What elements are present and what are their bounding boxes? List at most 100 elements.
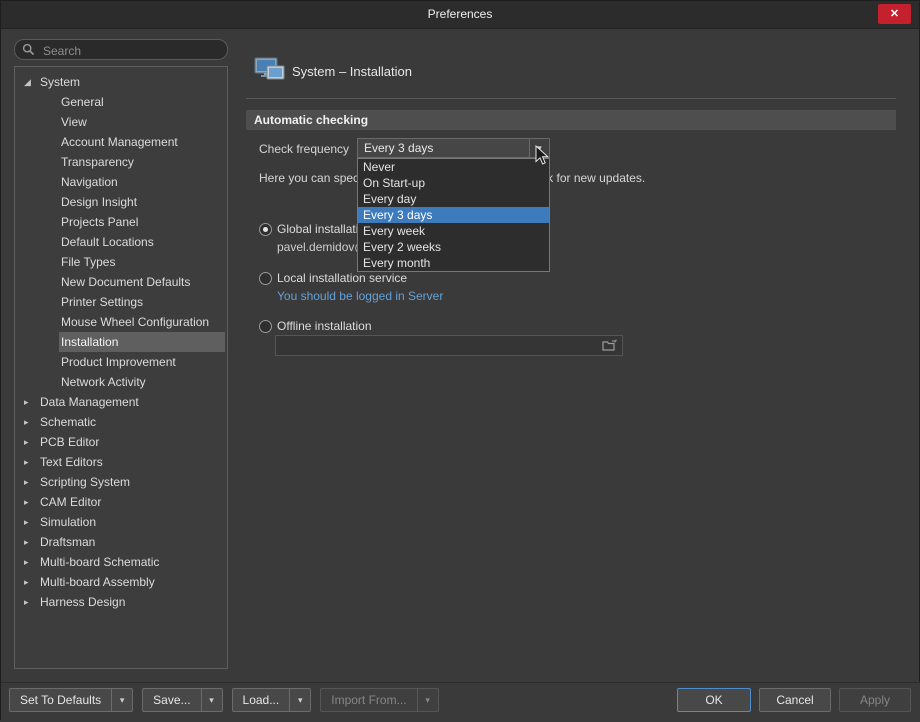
ok-button[interactable]: OK (677, 688, 751, 712)
sidebar-item-cam-editor[interactable]: ▸CAM Editor (15, 492, 227, 512)
sidebar-item-harness-design[interactable]: ▸Harness Design (15, 592, 227, 612)
collapsed-icon[interactable]: ▸ (24, 532, 38, 552)
window-title: Preferences (1, 1, 919, 28)
collapsed-icon[interactable]: ▸ (24, 412, 38, 432)
dropdown-option-every-month[interactable]: Every month (358, 255, 549, 271)
collapsed-icon[interactable]: ▸ (24, 592, 38, 612)
collapsed-icon[interactable]: ▸ (24, 472, 38, 492)
collapsed-icon[interactable]: ▸ (24, 392, 38, 412)
sidebar-item-system[interactable]: ◢System (15, 72, 227, 92)
tree-item-label: Schematic (38, 412, 227, 432)
dropdown-option-every-2-weeks[interactable]: Every 2 weeks (358, 239, 549, 255)
load-button[interactable]: Load... (232, 688, 291, 712)
tree-item-label: Network Activity (59, 372, 227, 392)
sidebar-item-pcb-editor[interactable]: ▸PCB Editor (15, 432, 227, 452)
tree-item-label: View (59, 112, 227, 132)
browse-folder-icon[interactable] (602, 339, 618, 355)
check-frequency-description: Here you can specify how often you would… (259, 171, 904, 185)
sidebar-item-new-document-defaults[interactable]: New Document Defaults (15, 272, 227, 292)
sidebar-item-draftsman[interactable]: ▸Draftsman (15, 532, 227, 552)
section-automatic-checking: Automatic checking (246, 110, 896, 130)
footer-bar: Set To Defaults▾Save...▾Load...▾Import F… (1, 682, 920, 722)
cancel-button[interactable]: Cancel (759, 688, 831, 712)
sidebar-item-installation[interactable]: Installation (15, 332, 227, 352)
sidebar-item-text-editors[interactable]: ▸Text Editors (15, 452, 227, 472)
tree-item-label: System (38, 72, 227, 92)
collapsed-icon[interactable]: ▸ (24, 452, 38, 472)
collapsed-icon[interactable]: ▸ (24, 552, 38, 572)
collapsed-icon[interactable]: ▸ (24, 492, 38, 512)
preferences-dialog: { "window": { "title": "Preferences", "c… (0, 0, 920, 720)
tree-item-label: Installation (59, 332, 225, 352)
tree-item-label: General (59, 92, 227, 112)
save-button[interactable]: Save... (142, 688, 201, 712)
global-account-email: pavel.demidov@ (277, 240, 367, 254)
sidebar-item-mouse-wheel-configuration[interactable]: Mouse Wheel Configuration (15, 312, 227, 332)
sidebar-item-view[interactable]: View (15, 112, 227, 132)
load-dropdown-arrow-icon[interactable]: ▾ (290, 688, 311, 712)
tree-item-label: Account Management (59, 132, 227, 152)
check-frequency-value: Every 3 days (358, 141, 529, 155)
import-from-button: Import From... (320, 688, 417, 712)
sidebar-item-schematic[interactable]: ▸Schematic (15, 412, 227, 432)
tree-item-label: New Document Defaults (59, 272, 227, 292)
collapsed-icon[interactable]: ▸ (24, 512, 38, 532)
sidebar-item-data-management[interactable]: ▸Data Management (15, 392, 227, 412)
set-to-defaults-dropdown-arrow-icon[interactable]: ▾ (112, 688, 133, 712)
dropdown-option-every-3-days[interactable]: Every 3 days (358, 207, 549, 223)
radio-unselected-icon[interactable] (259, 320, 272, 333)
sidebar-item-account-management[interactable]: Account Management (15, 132, 227, 152)
close-button[interactable]: ✕ (878, 4, 911, 24)
login-server-link[interactable]: You should be logged in Server (277, 289, 443, 303)
tree-item-label: Default Locations (59, 232, 227, 252)
sidebar-item-product-improvement[interactable]: Product Improvement (15, 352, 227, 372)
sidebar-item-navigation[interactable]: Navigation (15, 172, 227, 192)
set-to-defaults-button[interactable]: Set To Defaults (9, 688, 112, 712)
sidebar-item-multi-board-assembly[interactable]: ▸Multi-board Assembly (15, 572, 227, 592)
tree-item-label: File Types (59, 252, 227, 272)
sidebar-item-general[interactable]: General (15, 92, 227, 112)
footer-right-buttons: OK Cancel Apply (677, 688, 911, 712)
offline-path-field (275, 335, 623, 356)
collapsed-icon[interactable]: ▸ (24, 572, 38, 592)
import-from-dropdown-arrow-icon: ▾ (418, 688, 439, 712)
radio-label: Offline installation (277, 319, 372, 333)
expanded-icon[interactable]: ◢ (24, 72, 38, 92)
sidebar-item-network-activity[interactable]: Network Activity (15, 372, 227, 392)
preferences-tree: ◢SystemGeneralViewAccount ManagementTran… (14, 66, 228, 669)
sidebar-item-design-insight[interactable]: Design Insight (15, 192, 227, 212)
check-frequency-dropdown[interactable]: Every 3 days ▾ (357, 138, 550, 158)
offline-path-input[interactable] (280, 337, 599, 356)
tree-item-label: Transparency (59, 152, 227, 172)
header-divider (246, 98, 896, 99)
dropdown-option-every-week[interactable]: Every week (358, 223, 549, 239)
sidebar-item-scripting-system[interactable]: ▸Scripting System (15, 472, 227, 492)
apply-button: Apply (839, 688, 911, 712)
sidebar-item-projects-panel[interactable]: Projects Panel (15, 212, 227, 232)
dropdown-option-never[interactable]: Never (358, 159, 549, 175)
tree-item-label: Text Editors (38, 452, 227, 472)
sidebar-item-file-types[interactable]: File Types (15, 252, 227, 272)
search-input[interactable] (41, 41, 225, 60)
save-dropdown-arrow-icon[interactable]: ▾ (202, 688, 223, 712)
sidebar-item-printer-settings[interactable]: Printer Settings (15, 292, 227, 312)
sidebar-item-transparency[interactable]: Transparency (15, 152, 227, 172)
tree-item-label: CAM Editor (38, 492, 227, 512)
load-split-button: Load...▾ (232, 688, 312, 712)
sidebar-item-default-locations[interactable]: Default Locations (15, 232, 227, 252)
tree-item-label: Projects Panel (59, 212, 227, 232)
save-split-button: Save...▾ (142, 688, 222, 712)
radio-selected-icon[interactable] (259, 223, 272, 236)
dropdown-option-every-day[interactable]: Every day (358, 191, 549, 207)
collapsed-icon[interactable]: ▸ (24, 432, 38, 452)
radio-label: Local installation service (277, 271, 407, 285)
sidebar-item-simulation[interactable]: ▸Simulation (15, 512, 227, 532)
sidebar-item-multi-board-schematic[interactable]: ▸Multi-board Schematic (15, 552, 227, 572)
radio-offline-installation[interactable]: Offline installation (259, 319, 372, 333)
dropdown-option-on-start-up[interactable]: On Start-up (358, 175, 549, 191)
radio-local-installation-service[interactable]: Local installation service (259, 271, 407, 285)
check-frequency-label: Check frequency (259, 142, 349, 156)
search-box (14, 39, 228, 60)
import-from-split-button: Import From...▾ (320, 688, 438, 712)
radio-unselected-icon[interactable] (259, 272, 272, 285)
